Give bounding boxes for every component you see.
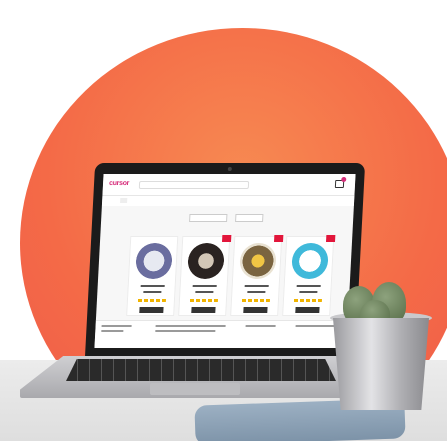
nav-item[interactable] xyxy=(136,198,140,203)
product-title-line xyxy=(140,285,165,287)
product-image[interactable] xyxy=(135,243,173,279)
product-price-line xyxy=(195,291,214,293)
product-price-line xyxy=(247,291,266,293)
camera-icon xyxy=(227,167,232,171)
sale-ribbon xyxy=(325,235,336,242)
sale-ribbon xyxy=(221,235,232,242)
add-to-cart-button[interactable] xyxy=(139,307,164,313)
product-title-line xyxy=(296,285,321,287)
product-image[interactable] xyxy=(239,243,277,279)
cart-badge xyxy=(341,177,347,182)
rating-stars-icon xyxy=(189,299,219,302)
product-card[interactable] xyxy=(282,235,336,316)
laptop-trackpad xyxy=(150,383,240,395)
footer-line xyxy=(101,330,124,332)
laptop-keyboard xyxy=(66,359,336,381)
footer-line xyxy=(295,325,336,327)
product-image[interactable] xyxy=(187,243,225,279)
nav-item[interactable] xyxy=(108,198,112,203)
product-image[interactable] xyxy=(291,243,329,279)
laptop-lid: cursor xyxy=(84,163,366,359)
metal-plant-pot xyxy=(333,318,429,410)
site-footer xyxy=(94,320,348,348)
nav-item[interactable] xyxy=(152,198,156,203)
search-input[interactable] xyxy=(138,181,250,189)
sale-ribbon xyxy=(273,235,284,242)
product-price-line xyxy=(299,291,318,293)
product-card[interactable] xyxy=(178,235,232,316)
product-price-line xyxy=(143,291,162,293)
laptop-screen: cursor xyxy=(94,174,356,348)
add-to-cart-button[interactable] xyxy=(191,307,216,313)
nav-item-active[interactable] xyxy=(120,198,128,203)
site-header: cursor xyxy=(102,174,356,196)
product-card[interactable] xyxy=(126,236,179,316)
product-card[interactable] xyxy=(230,235,284,316)
rating-stars-icon xyxy=(293,299,323,302)
footer-line xyxy=(245,325,276,327)
add-to-cart-button[interactable] xyxy=(295,307,320,313)
rating-stars-icon xyxy=(241,299,271,302)
footer-line xyxy=(101,325,132,327)
product-photo-scene: cursor xyxy=(0,0,447,441)
footer-line xyxy=(155,325,226,327)
rating-stars-icon xyxy=(137,299,167,302)
sort-filter[interactable] xyxy=(235,214,264,222)
footer-line xyxy=(155,330,216,332)
site-nav xyxy=(101,196,355,206)
product-title-line xyxy=(192,285,217,287)
add-to-cart-button[interactable] xyxy=(243,307,268,313)
category-filter[interactable] xyxy=(189,214,228,222)
product-title-line xyxy=(244,285,269,287)
site-logo[interactable]: cursor xyxy=(109,180,129,187)
